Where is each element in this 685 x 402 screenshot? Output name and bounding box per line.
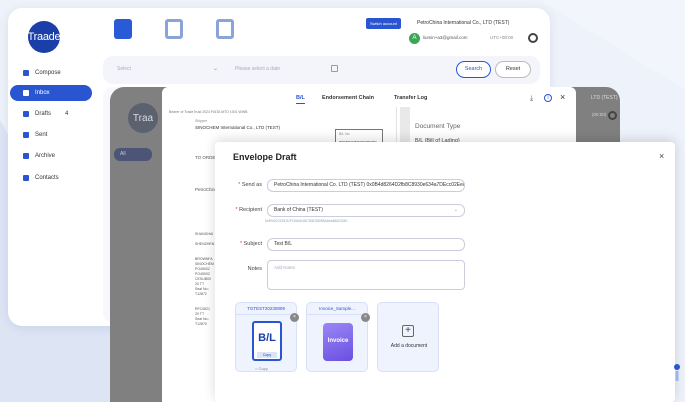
remove-attachment-icon[interactable]: × — [290, 313, 299, 322]
viewer-close-icon[interactable]: × — [560, 92, 565, 102]
select-input[interactable]: Select — [117, 66, 131, 72]
attachment-bl[interactable]: TGTEST20230809 × B/L Copy — [235, 302, 299, 372]
attachment-invoice[interactable]: Invoice_Sample... × Invoice — [306, 302, 370, 372]
overlay-gear-icon — [608, 111, 617, 120]
plus-icon: + — [402, 325, 414, 337]
tab-endorsement-chain[interactable]: Endorsement Chain — [322, 95, 374, 101]
envelope-draft-dialog: Envelope Draft × * Send as PetroChina In… — [215, 142, 675, 402]
invoice-document-icon: Invoice — [323, 323, 353, 361]
attachment-name: TGTEST20230809 — [236, 303, 296, 315]
subject-label: * Subject — [239, 241, 262, 247]
reset-button[interactable]: Reset — [495, 61, 531, 78]
calendar-icon[interactable] — [331, 65, 338, 72]
copy-checkbox-label[interactable]: ○ Copy — [255, 366, 268, 371]
contacts-icon — [23, 175, 29, 181]
remove-attachment-icon[interactable]: × — [361, 313, 370, 322]
document-top-icon[interactable] — [165, 19, 183, 39]
download-icon[interactable]: ⤓ — [530, 95, 533, 103]
switch-account-button[interactable]: Switch account — [366, 18, 401, 29]
sidebar-item-contacts[interactable]: Contacts — [10, 170, 92, 186]
chevron-down-icon[interactable]: ⌄ — [213, 65, 218, 72]
sidebar-item-archive[interactable]: Archive — [10, 148, 92, 164]
screen: Traade Switch account PetroChina Interna… — [0, 0, 685, 402]
overlay-all-filter[interactable]: All — [114, 148, 152, 161]
sidebar: Compose Inbox Drafts 4 Sent Archive Conta… — [0, 56, 96, 326]
drafts-count: 4 — [65, 111, 69, 117]
subject-input[interactable]: Test B/L — [267, 238, 465, 251]
bl-document-icon: B/L Copy — [252, 321, 282, 361]
overlay-org-name: LTD (TEST) — [591, 95, 618, 101]
search-bar: Select ⌄ Please select a date Search Res… — [103, 56, 540, 84]
sidebar-item-compose[interactable]: Compose — [10, 65, 92, 81]
add-document-button[interactable]: + Add a document — [377, 302, 439, 372]
attachment-name: Invoice_Sample... — [307, 303, 367, 315]
sidebar-item-sent[interactable]: Sent — [10, 127, 92, 143]
inbox-icon — [23, 90, 29, 96]
document-type-label: Document Type — [415, 123, 461, 130]
send-as-label: * Send as — [238, 182, 262, 188]
drafts-icon — [23, 111, 29, 117]
date-input[interactable]: Please select a date — [235, 66, 280, 72]
recipient-address-hint: 0xE04C01391DF15A0A18CD5D5D5BA6ea8A0C63C — [265, 219, 348, 223]
search-button[interactable]: Search — [456, 61, 491, 78]
info-icon[interactable]: i — [544, 94, 552, 102]
sent-icon — [23, 132, 29, 138]
sidebar-item-drafts[interactable]: Drafts 4 — [10, 106, 92, 122]
overlay-logo: Traa — [128, 103, 158, 133]
notes-textarea[interactable]: Add Notes — [267, 260, 465, 290]
timezone-label: UTC+08:00 — [490, 35, 514, 40]
contacts-top-icon[interactable] — [216, 19, 234, 39]
user-email: liumin+a3@gmail.com — [423, 35, 468, 40]
notes-placeholder: Add Notes — [274, 265, 296, 270]
avatar[interactable]: A — [409, 33, 420, 44]
inbox-top-icon[interactable] — [114, 19, 132, 39]
compose-icon — [23, 70, 29, 76]
sidebar-item-inbox[interactable]: Inbox — [10, 85, 92, 101]
overlay-timezone: (00:00) — [592, 112, 607, 117]
close-icon[interactable]: × — [659, 151, 664, 161]
tab-transfer-log[interactable]: Transfer Log — [394, 95, 427, 101]
organization-name: PetroChina International Co., LTD (TEST) — [417, 20, 510, 26]
logo-text: Traade — [28, 21, 61, 53]
app-logo[interactable]: Traade — [28, 21, 61, 53]
tab-bl[interactable]: B/L — [296, 95, 305, 104]
recipient-select[interactable]: Bank of China (TEST) ⌄ — [267, 204, 465, 217]
notes-label: Notes — [247, 266, 262, 272]
gear-icon[interactable] — [528, 33, 538, 43]
send-as-field[interactable]: PetroChina International Co. LTD (TEST) … — [267, 179, 465, 192]
chevron-down-icon: ⌄ — [453, 207, 458, 213]
recipient-label: * Recipient — [235, 207, 262, 213]
dialog-title: Envelope Draft — [233, 152, 297, 162]
archive-icon — [23, 153, 29, 159]
assistant-figure-icon — [674, 364, 680, 381]
